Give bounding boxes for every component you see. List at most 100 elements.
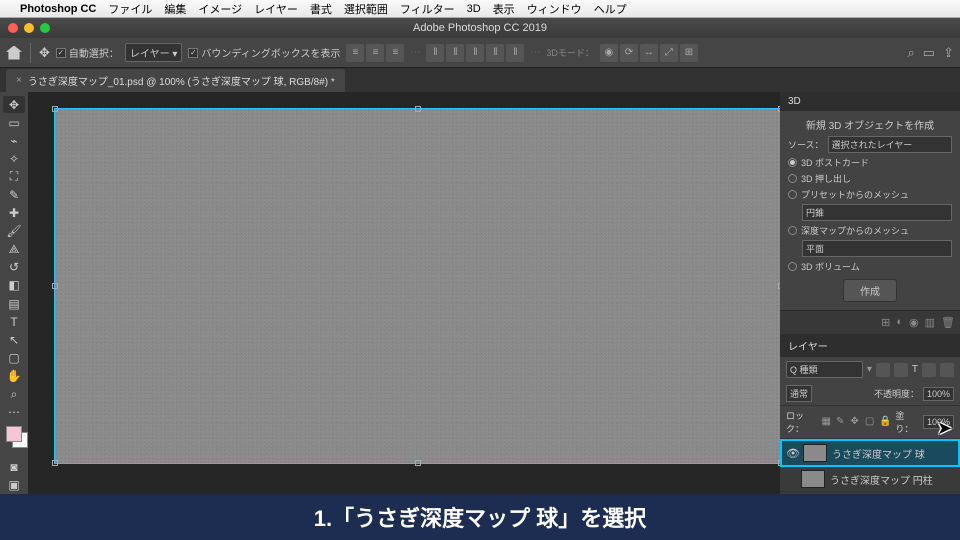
move-tool[interactable]: ✥ [3, 96, 25, 113]
edit-toolbar-icon[interactable]: ⋯ [3, 404, 25, 421]
traffic-lights[interactable] [8, 23, 50, 33]
align-icon[interactable]: ≡ [346, 44, 364, 62]
marquee-tool[interactable]: ▭ [3, 114, 25, 131]
menu-select[interactable]: 選択範囲 [344, 1, 388, 17]
eraser-tool[interactable]: ◧ [3, 277, 25, 294]
eyedropper-tool[interactable]: ✎ [3, 186, 25, 203]
3d-mode-icon[interactable]: ◉ [600, 44, 618, 62]
filter-type-icon[interactable]: T [912, 364, 918, 375]
close-tab-icon[interactable]: × [16, 75, 22, 86]
menu-edit[interactable]: 編集 [164, 1, 186, 17]
shape-tool[interactable]: ▢ [3, 349, 25, 366]
transform-handle[interactable] [415, 460, 421, 466]
align-icon[interactable]: ≡ [386, 44, 404, 62]
panel-icon[interactable]: ◉ [909, 316, 919, 329]
canvas-area[interactable] [28, 92, 780, 494]
auto-select-target[interactable]: レイヤー ▾ [125, 43, 183, 62]
layer-thumbnail[interactable] [803, 444, 827, 462]
depth-mesh-select[interactable]: 平面 [802, 240, 952, 257]
filter-adjust-icon[interactable] [894, 363, 908, 377]
transform-handle[interactable] [52, 106, 58, 112]
radio-depth-mesh[interactable] [788, 226, 797, 235]
opt-volume[interactable]: 3D ボリューム [801, 260, 860, 273]
visibility-icon[interactable]: 👁 [786, 447, 798, 460]
3d-mode-icon[interactable]: ⟳ [620, 44, 638, 62]
opt-preset-mesh[interactable]: プリセットからのメッシュ [801, 188, 909, 201]
layer-item-sphere[interactable]: 👁 うさぎ深度マップ 球 [780, 439, 960, 467]
zoom-tool[interactable]: ⌕ [3, 386, 25, 403]
panel-icon[interactable]: ⊞ [881, 316, 890, 329]
bounding-checkbox[interactable]: ✓バウンディングボックスを表示 [188, 45, 340, 60]
source-select[interactable]: 選択されたレイヤー [828, 136, 952, 153]
lock-move-icon[interactable]: ✥ [850, 416, 860, 428]
3d-mode-icon[interactable]: ↔ [640, 44, 658, 62]
opacity-input[interactable]: 100% [923, 387, 954, 401]
preset-mesh-select[interactable]: 円錐 [802, 204, 952, 221]
radio-postcard[interactable] [788, 158, 797, 167]
filter-smart-icon[interactable] [940, 363, 954, 377]
menu-help[interactable]: ヘルプ [594, 1, 627, 17]
chevron-down-icon[interactable]: ▾ [867, 364, 872, 375]
opt-postcard[interactable]: 3D ポストカード [801, 156, 869, 169]
menu-type[interactable]: 書式 [310, 1, 332, 17]
panel-icon[interactable]: ◐ [896, 316, 903, 329]
create-button[interactable]: 作成 [843, 279, 897, 302]
align-icon[interactable]: ‖ [446, 44, 464, 62]
quickmask-icon[interactable]: ◙ [3, 459, 25, 476]
transform-handle[interactable] [415, 106, 421, 112]
opt-depth-mesh[interactable]: 深度マップからのメッシュ [801, 224, 909, 237]
blend-mode-select[interactable]: 通常 [786, 385, 812, 402]
menu-3d[interactable]: 3D [467, 3, 481, 15]
panel-tab-layers[interactable]: レイヤー [780, 334, 960, 357]
3d-mode-icon[interactable]: ⊞ [680, 44, 698, 62]
layer-item-cylinder[interactable]: うさぎ深度マップ 円柱 [780, 467, 960, 492]
trash-icon[interactable]: 🗑 [941, 316, 955, 329]
opt-extrude[interactable]: 3D 押し出し [801, 172, 851, 185]
align-icon[interactable]: ‖ [466, 44, 484, 62]
lock-all-icon[interactable]: 🔒 [879, 416, 891, 428]
auto-select-checkbox[interactable]: ✓自動選択： [56, 45, 119, 60]
home-icon[interactable] [6, 46, 22, 60]
filter-shape-icon[interactable] [922, 363, 936, 377]
lasso-tool[interactable]: ⌁ [3, 132, 25, 149]
path-tool[interactable]: ↖ [3, 331, 25, 348]
radio-preset-mesh[interactable] [788, 190, 797, 199]
app-name[interactable]: Photoshop CC [20, 3, 96, 15]
menu-filter[interactable]: フィルター [400, 1, 455, 17]
lock-pixels-icon[interactable]: ▦ [821, 416, 831, 428]
layer-filter-search[interactable]: Q 種類 [786, 361, 863, 378]
lock-paint-icon[interactable]: ✎ [836, 416, 846, 428]
3d-mode-icon[interactable]: ⤢ [660, 44, 678, 62]
brush-tool[interactable]: 🖌 [3, 223, 25, 240]
stamp-tool[interactable]: ⟁ [3, 241, 25, 258]
radio-extrude[interactable] [788, 174, 797, 183]
history-brush-tool[interactable]: ↺ [3, 259, 25, 276]
screenmode-icon[interactable]: ▣ [3, 477, 25, 494]
color-swatches[interactable] [6, 426, 22, 458]
transform-handle[interactable] [52, 460, 58, 466]
search-icon[interactable]: ⌕ [908, 45, 915, 61]
workspace-icon[interactable]: ▭ [923, 45, 935, 61]
align-icon[interactable]: ‖ [486, 44, 504, 62]
minimize-icon[interactable] [24, 23, 34, 33]
fullscreen-icon[interactable] [40, 23, 50, 33]
align-icon[interactable]: ‖ [426, 44, 444, 62]
lock-artboard-icon[interactable]: ▢ [865, 416, 875, 428]
layer-thumbnail[interactable] [801, 470, 825, 488]
type-tool[interactable]: T [3, 313, 25, 330]
foreground-color[interactable] [6, 426, 22, 442]
close-icon[interactable] [8, 23, 18, 33]
canvas[interactable] [54, 108, 782, 464]
menu-view[interactable]: 表示 [493, 1, 515, 17]
radio-volume[interactable] [788, 262, 797, 271]
panel-tab-3d[interactable]: 3D [780, 92, 960, 111]
healing-tool[interactable]: ✚ [3, 205, 25, 222]
magic-wand-tool[interactable]: ✧ [3, 150, 25, 167]
filter-pixel-icon[interactable] [876, 363, 890, 377]
menu-image[interactable]: イメージ [198, 1, 242, 17]
align-icon[interactable]: ‖ [506, 44, 524, 62]
document-tab[interactable]: × うさぎ深度マップ_01.psd @ 100% (うさぎ深度マップ 球, RG… [6, 69, 345, 92]
align-icon[interactable]: ≡ [366, 44, 384, 62]
menu-window[interactable]: ウィンドウ [527, 1, 582, 17]
menu-layer[interactable]: レイヤー [254, 1, 298, 17]
